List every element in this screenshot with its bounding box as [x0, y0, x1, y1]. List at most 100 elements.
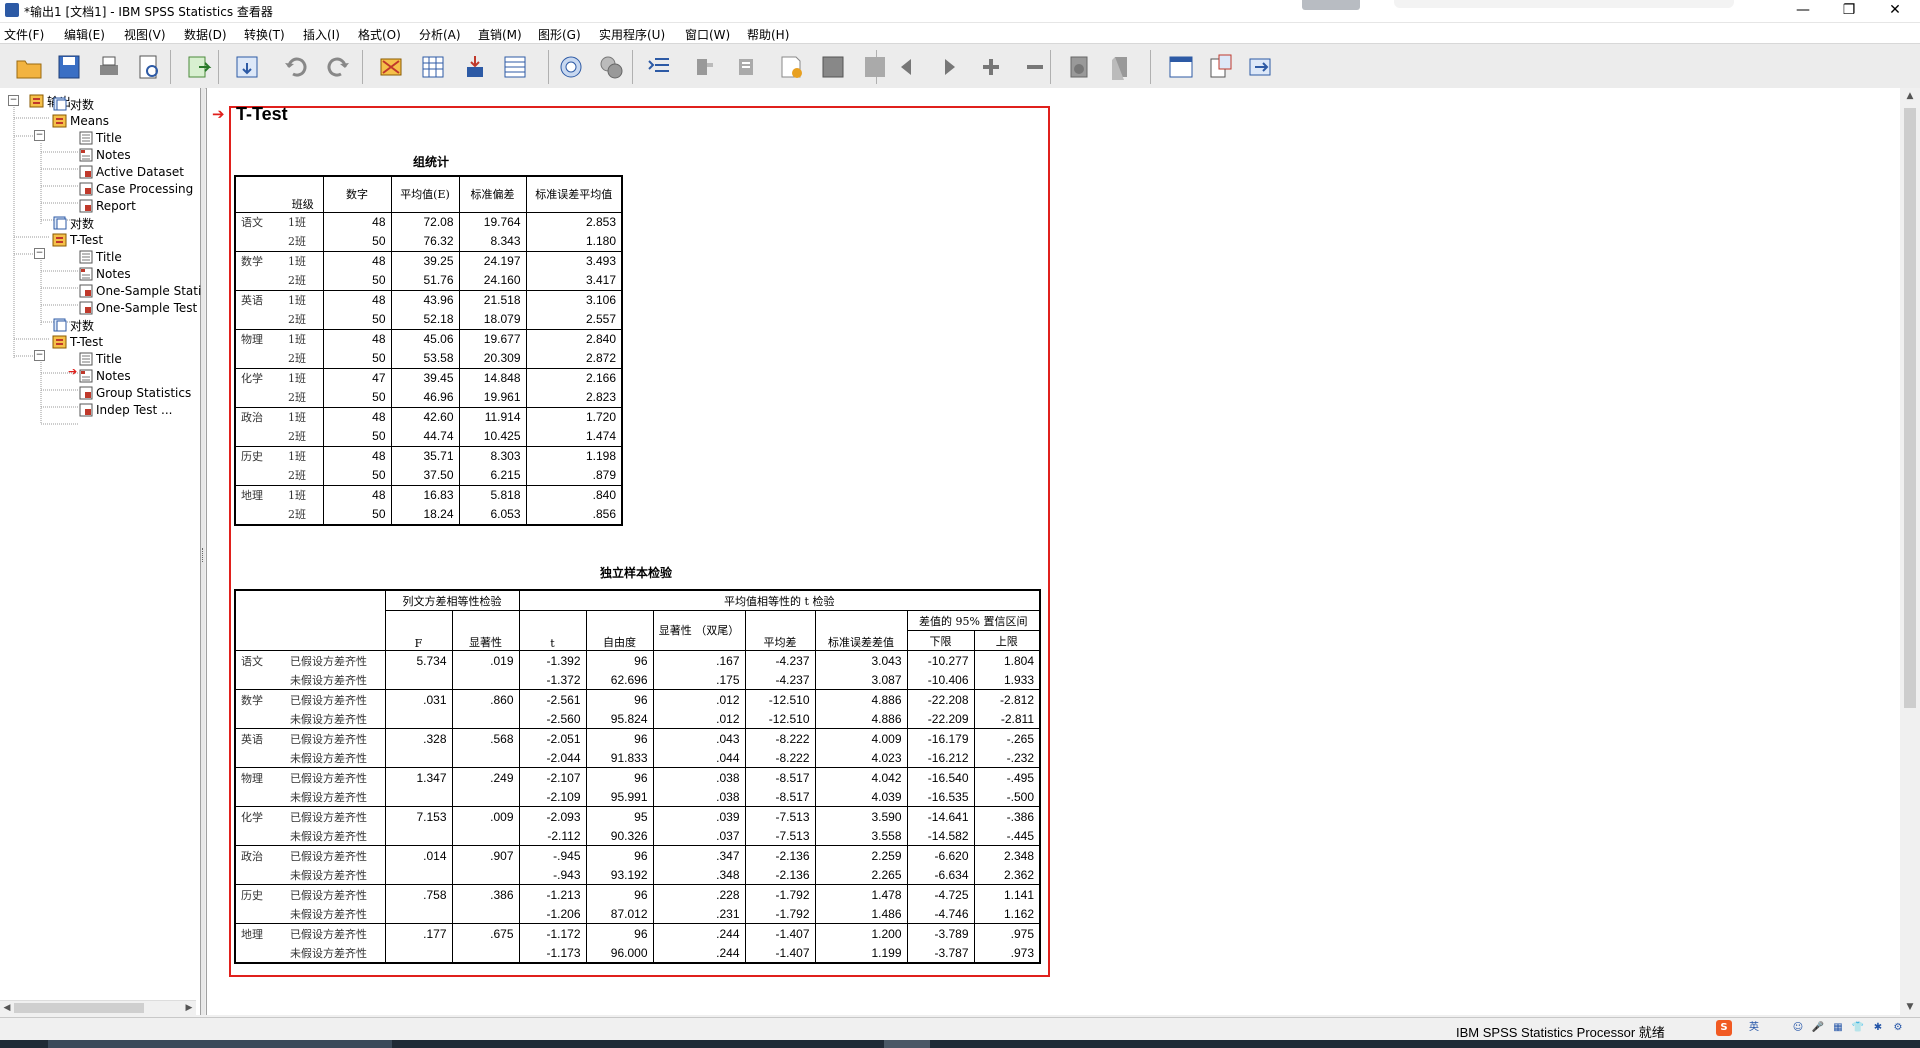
microphone-icon[interactable]: 🎤 — [1810, 1020, 1826, 1036]
tools-icon[interactable]: ✱ — [1870, 1020, 1886, 1036]
menu-item[interactable]: 插入(I) — [303, 26, 340, 43]
show-all-icon[interactable] — [596, 52, 626, 82]
tree-item[interactable]: Notes — [78, 266, 131, 282]
tree-item[interactable]: Means — [52, 113, 109, 129]
ime-mode-icon[interactable]: 英 — [1746, 1020, 1762, 1036]
cell-sd: 14.848 — [458, 367, 526, 388]
menu-item[interactable]: 帮助(H) — [747, 26, 789, 43]
settings-icon[interactable]: ⚙ — [1890, 1020, 1906, 1036]
menu-item[interactable]: 图形(G) — [538, 26, 581, 43]
tree-item[interactable]: 对数 — [52, 317, 94, 333]
cell-lower: -22.209 — [906, 709, 974, 729]
insert-text-icon[interactable] — [1166, 52, 1196, 82]
insert-title-icon[interactable] — [1106, 52, 1136, 82]
print-icon[interactable] — [94, 52, 124, 82]
collapse-icon[interactable] — [690, 52, 720, 82]
scroll-thumb[interactable] — [14, 1003, 144, 1013]
menu-item[interactable]: 数据(D) — [184, 26, 227, 43]
select-last-output-icon[interactable] — [1246, 52, 1276, 82]
promote-icon[interactable] — [818, 52, 848, 82]
tree-item[interactable]: Title — [78, 249, 122, 265]
emoji-icon[interactable]: ☺ — [1790, 1020, 1806, 1036]
print-preview-icon[interactable] — [134, 52, 164, 82]
minimize-button[interactable]: — — [1780, 0, 1826, 22]
scroll-thumb[interactable] — [1904, 108, 1916, 708]
menu-item[interactable]: 转换(T) — [244, 26, 285, 43]
tree-collapse-icon[interactable]: − — [34, 248, 45, 259]
scroll-right-icon[interactable]: ▶ — [182, 1001, 196, 1015]
menu-item[interactable]: 窗口(W) — [685, 26, 730, 43]
restore-button[interactable]: ❐ — [1826, 0, 1872, 22]
cell-n: 50 — [322, 309, 391, 329]
tree-item[interactable]: Active Dataset — [78, 164, 184, 180]
sogou-ime-icon[interactable]: S — [1716, 1020, 1732, 1036]
tree-item[interactable]: Notes — [78, 368, 131, 384]
cell-sig: .009 — [451, 806, 519, 826]
tree-item[interactable]: Case Processing — [78, 181, 193, 197]
table-doc-icon — [79, 301, 93, 315]
back-arrow-icon[interactable] — [892, 52, 922, 82]
tree-item[interactable]: Title — [78, 351, 122, 367]
taskbar-item[interactable] — [884, 1040, 930, 1048]
status-bar: IBM SPSS Statistics Processor 就绪 S 英 ☺ 🎤 ▦ 👕 ✱… — [0, 1017, 1920, 1040]
forward-arrow-icon[interactable] — [934, 52, 964, 82]
cell-F: .031 — [384, 689, 452, 709]
menu-item[interactable]: 编辑(E) — [64, 26, 105, 43]
undo-icon[interactable] — [282, 52, 312, 82]
show-icon[interactable] — [732, 52, 762, 82]
goto-case-icon[interactable] — [418, 52, 448, 82]
keyboard-icon[interactable]: ▦ — [1830, 1020, 1846, 1036]
remove-icon[interactable] — [1020, 52, 1050, 82]
tree-item[interactable]: 对数 — [52, 96, 94, 112]
hide-icon[interactable] — [776, 52, 806, 82]
skin-icon[interactable]: 👕 — [1850, 1020, 1866, 1036]
tree-item[interactable]: T-Test — [52, 334, 103, 350]
tree-collapse-icon[interactable]: − — [34, 130, 45, 141]
new-output-icon[interactable] — [1206, 52, 1236, 82]
redo-icon[interactable] — [322, 52, 352, 82]
goto-variable-icon[interactable] — [460, 52, 490, 82]
designate-window-icon[interactable] — [556, 52, 586, 82]
variables-icon[interactable] — [500, 52, 530, 82]
scroll-down-icon[interactable]: ▼ — [1900, 999, 1920, 1015]
tree-item[interactable]: Group Statistics — [78, 385, 191, 401]
export-icon[interactable] — [184, 52, 214, 82]
close-button[interactable]: ✕ — [1872, 0, 1918, 22]
recall-dialog-icon[interactable] — [232, 52, 262, 82]
taskbar-item[interactable] — [48, 1040, 392, 1048]
cell-subject — [234, 387, 283, 407]
tree-item[interactable]: T-Test — [52, 232, 103, 248]
menu-item[interactable]: 文件(F) — [4, 26, 44, 43]
vertical-scrollbar[interactable]: ▲ ▼ — [1900, 88, 1920, 1015]
tree-item[interactable]: Indep Test ... — [78, 402, 172, 418]
scroll-left-icon[interactable]: ◀ — [0, 1001, 14, 1015]
goto-data-icon[interactable] — [376, 52, 406, 82]
add-icon[interactable] — [976, 52, 1006, 82]
tree-item[interactable]: One-Sample Test — [78, 300, 197, 316]
menu-item[interactable]: 实用程序(U) — [599, 26, 665, 43]
cell-subject — [234, 309, 283, 329]
pane-splitter[interactable] — [201, 88, 205, 1015]
expand-icon[interactable] — [646, 52, 676, 82]
tree-item[interactable]: Title — [78, 130, 122, 146]
group-stats-table[interactable]: 班级 数字 平均值(E) 标准偏差 标准误差平均值 语文 1班 48 72.08 19.… — [234, 175, 623, 526]
tree-item[interactable]: Report — [78, 198, 136, 214]
menu-item[interactable]: 直销(M) — [478, 26, 522, 43]
scroll-up-icon[interactable]: ▲ — [1900, 88, 1920, 104]
insert-heading-icon[interactable] — [1064, 52, 1094, 82]
cell-md: -8.517 — [744, 787, 815, 807]
indep-test-table[interactable]: 列文方差相等性检验 平均值相等性的 t 检验 F 显著性 t 自由度 显著性 （… — [234, 589, 1041, 964]
tree-collapse-icon[interactable]: − — [34, 350, 45, 361]
menu-item[interactable]: 分析(A) — [419, 26, 461, 43]
tree-collapse-icon[interactable]: − — [8, 95, 19, 106]
menu-item[interactable]: 视图(V) — [124, 26, 166, 43]
tree-item[interactable]: 对数 — [52, 215, 94, 231]
open-icon[interactable] — [14, 52, 44, 82]
splitter-grip[interactable] — [202, 548, 205, 562]
tree-item[interactable]: Notes — [78, 147, 131, 163]
save-icon[interactable] — [54, 52, 84, 82]
menu-item[interactable]: 格式(O) — [358, 26, 401, 43]
tree-item[interactable]: One-Sample Stati — [78, 283, 201, 299]
horizontal-scrollbar[interactable]: ◀ ▶ — [0, 1000, 196, 1015]
demote-icon[interactable] — [860, 52, 890, 82]
